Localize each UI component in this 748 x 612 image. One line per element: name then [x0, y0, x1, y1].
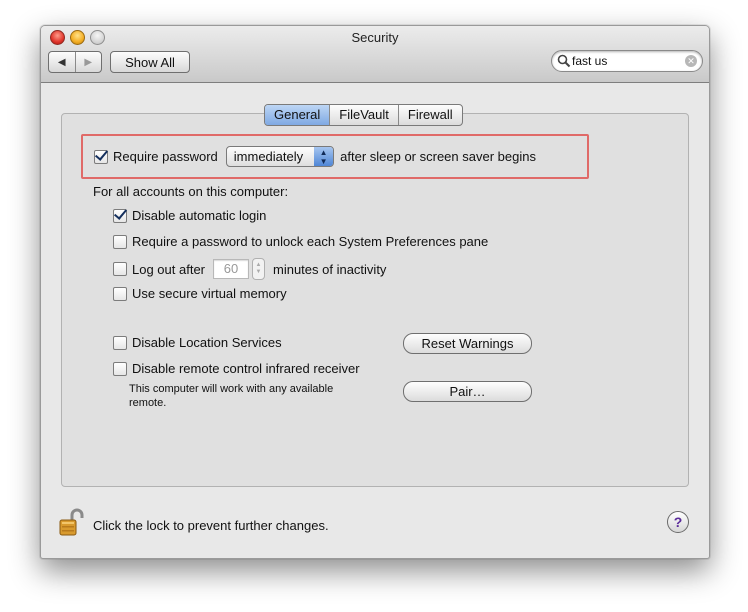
infrared-checkbox[interactable]: [113, 361, 127, 376]
window-title: Security: [351, 30, 399, 45]
logout-label: Log out after: [132, 261, 205, 277]
secure-vm-checkbox[interactable]: [113, 286, 127, 301]
show-all-button[interactable]: Show All: [110, 51, 190, 73]
popup-arrows-icon: ▲ ▼: [314, 147, 334, 166]
require-unlock-prefs-row: Require a password to unlock each System…: [113, 234, 488, 249]
clear-search-icon[interactable]: ✕: [685, 55, 697, 67]
infrared-note: This computer will work with any availab…: [129, 382, 333, 410]
lock-message: Click the lock to prevent further change…: [93, 518, 329, 533]
disable-auto-login-label: Disable automatic login: [132, 208, 267, 223]
search-field[interactable]: fast us ✕: [551, 50, 703, 72]
require-password-row: Require password immediately ▲ ▼ after sl…: [94, 146, 536, 167]
require-unlock-prefs-label: Require a password to unlock each System…: [132, 234, 489, 249]
require-password-suffix: after sleep or screen saver begins: [340, 149, 536, 164]
security-window: Security ◀ ▶ Show All fast us ✕ General …: [40, 25, 710, 559]
infrared-note-line-1: This computer will work with any availab…: [129, 383, 334, 395]
password-delay-popup[interactable]: immediately ▲ ▼: [225, 146, 335, 167]
logout-checkbox[interactable]: [113, 262, 127, 276]
require-unlock-prefs-checkbox[interactable]: [113, 234, 127, 249]
pair-button[interactable]: Pair…: [403, 381, 532, 402]
back-arrow-icon[interactable]: ◀: [49, 52, 75, 72]
secure-vm-label: Use secure virtual memory: [132, 286, 287, 301]
disable-auto-login-checkbox[interactable]: [113, 208, 127, 223]
unlocked-padlock-icon[interactable]: [58, 507, 88, 537]
tab-general[interactable]: General: [265, 105, 330, 125]
tab-bar: General FileVault Firewall: [264, 104, 463, 126]
location-services-row: Disable Location Services: [113, 335, 282, 350]
reset-warnings-button[interactable]: Reset Warnings: [403, 333, 532, 354]
search-input-value: fast us: [572, 54, 608, 68]
tab-firewall[interactable]: Firewall: [397, 105, 462, 125]
logout-row: Log out after 60 ▲ ▼ minutes of inactivit…: [113, 258, 386, 280]
disable-auto-login-row: Disable automatic login: [113, 208, 266, 223]
password-delay-value: immediately: [233, 149, 304, 164]
infrared-label: Disable remote control infrared receiver: [132, 361, 360, 376]
back-forward-control: ◀ ▶: [48, 51, 102, 73]
infrared-row: Disable remote control infrared receiver: [113, 361, 360, 376]
logout-minutes-stepper[interactable]: ▲ ▼: [252, 258, 265, 280]
require-password-label: Require password: [113, 149, 218, 164]
infrared-note-line-2: remote.: [129, 397, 167, 409]
location-services-checkbox[interactable]: [113, 335, 127, 350]
logout-suffix: minutes of inactivity: [273, 261, 387, 277]
location-services-label: Disable Location Services: [132, 335, 282, 350]
require-password-checkbox[interactable]: [94, 149, 108, 164]
accounts-heading: For all accounts on this computer:: [93, 184, 289, 199]
logout-minutes-field[interactable]: 60: [213, 259, 249, 279]
help-icon[interactable]: ?: [667, 511, 689, 533]
tab-filevault[interactable]: FileVault: [329, 105, 398, 125]
secure-vm-row: Use secure virtual memory: [113, 286, 287, 301]
title-bar: Security ◀ ▶ Show All fast us ✕: [41, 26, 709, 83]
forward-arrow-icon[interactable]: ▶: [74, 52, 102, 72]
search-icon: [557, 54, 571, 68]
